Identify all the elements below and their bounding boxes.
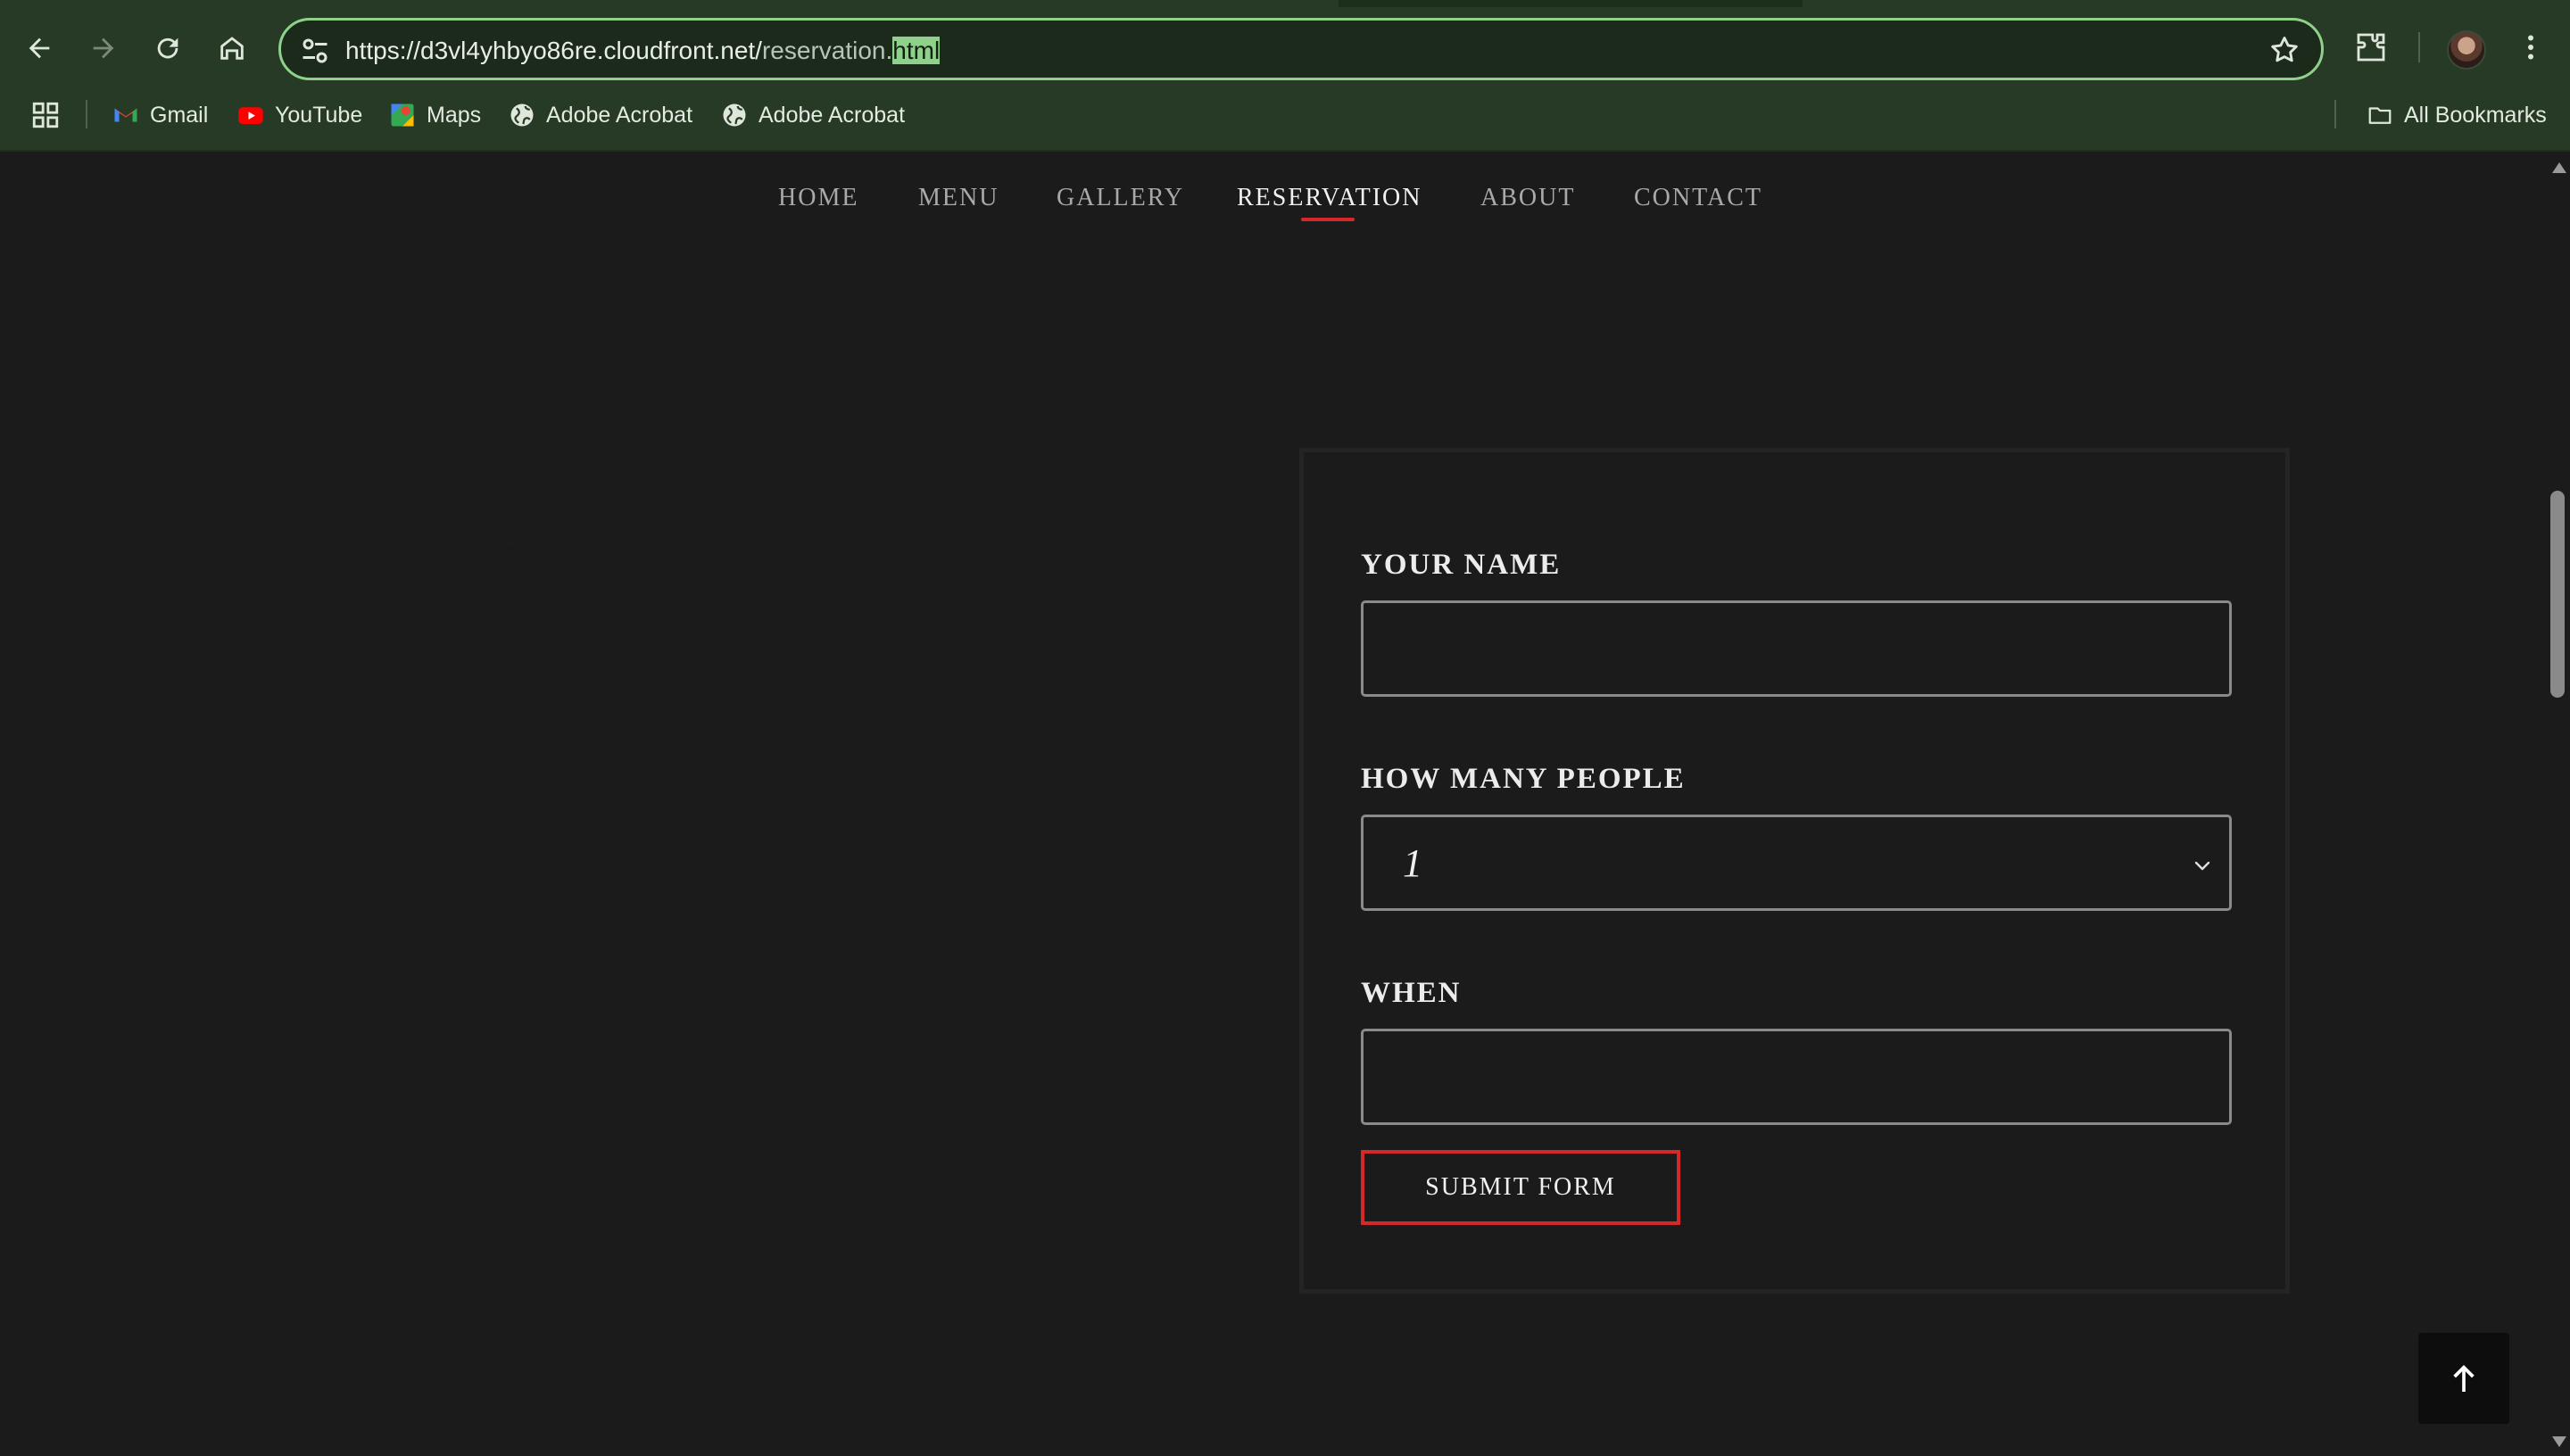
all-bookmarks-button[interactable]: All Bookmarks: [2367, 98, 2547, 132]
nav-about[interactable]: ABOUT: [1480, 184, 1575, 212]
bookmark-label: Gmail: [150, 102, 209, 128]
maps-icon: [391, 103, 414, 127]
browser-toolbar: https://d3vl4yhbyo86re.cloudfront.net/re…: [0, 0, 2570, 152]
url-host: https://d3vl4yhbyo86re.cloudfront.net/: [345, 37, 762, 64]
forward-arrow-icon: [93, 37, 114, 59]
bookmark-label: Adobe Acrobat: [759, 102, 906, 128]
bookmark-label: YouTube: [275, 102, 363, 128]
nav-contact[interactable]: CONTACT: [1634, 184, 1762, 212]
profile-avatar[interactable]: [2447, 30, 2486, 70]
reload-button[interactable]: [139, 20, 196, 77]
globe-icon: [723, 103, 746, 127]
bookmark-label: Maps: [427, 102, 482, 128]
scroll-up-arrow-icon[interactable]: [2552, 162, 2566, 173]
all-bookmarks-label: All Bookmarks: [2404, 102, 2547, 128]
when-label: WHEN: [1361, 977, 1462, 1009]
tab-strip: [1339, 0, 1803, 7]
submit-form-button[interactable]: SUBMIT FORM: [1361, 1150, 1680, 1225]
name-label: YOUR NAME: [1361, 549, 1562, 581]
reservation-form: YOUR NAME HOW MANY PEOPLE 1 WHEN SUBMIT …: [1299, 448, 2290, 1294]
nav-menu[interactable]: MENU: [918, 184, 999, 212]
apps-grid-icon[interactable]: [30, 100, 61, 130]
bookmark-gmail[interactable]: Gmail: [112, 98, 208, 132]
address-bar[interactable]: https://d3vl4yhbyo86re.cloudfront.net/re…: [278, 18, 2324, 80]
back-arrow-icon: [29, 37, 50, 59]
people-label: HOW MANY PEOPLE: [1361, 763, 1686, 795]
home-icon: [220, 37, 244, 60]
bookmark-adobe-acrobat-2[interactable]: Adobe Acrobat: [721, 98, 905, 132]
active-nav-indicator: [1301, 218, 1355, 221]
arrow-up-icon: [2453, 1365, 2475, 1392]
folder-icon: [2368, 107, 2392, 124]
globe-icon: [510, 103, 534, 127]
url-path: reservation.: [761, 37, 893, 64]
chevron-down-icon: [2194, 861, 2210, 871]
url-text[interactable]: https://d3vl4yhbyo86re.cloudfront.net/re…: [345, 35, 941, 67]
toolbar-divider: [2418, 32, 2420, 62]
kebab-menu-icon[interactable]: [2515, 29, 2547, 66]
scroll-thumb[interactable]: [2550, 491, 2565, 698]
bookmark-label: Adobe Acrobat: [546, 102, 693, 128]
site-navigation: HOME MENU GALLERY RESERVATION ABOUT CONT…: [0, 153, 2545, 243]
page-content: HOME MENU GALLERY RESERVATION ABOUT CONT…: [0, 153, 2545, 1456]
people-selected-value: 1: [1403, 841, 1422, 885]
when-input[interactable]: [1361, 1029, 2232, 1125]
name-input[interactable]: [1361, 600, 2232, 697]
scroll-down-arrow-icon[interactable]: [2552, 1436, 2566, 1447]
bookmarks-bar: Gmail YouTube Maps Adobe Acrobat Adobe A…: [0, 93, 2570, 137]
bookmark-youtube[interactable]: YouTube: [237, 98, 362, 132]
site-settings-icon[interactable]: [299, 35, 331, 67]
bookmark-adobe-acrobat-1[interactable]: Adobe Acrobat: [509, 98, 692, 132]
extensions-icon[interactable]: [2352, 29, 2390, 66]
back-button[interactable]: [11, 20, 68, 77]
nav-gallery[interactable]: GALLERY: [1057, 184, 1184, 212]
bookmark-maps[interactable]: Maps: [389, 98, 481, 132]
bookmarks-divider: [86, 100, 87, 128]
url-selected-text: html: [892, 37, 941, 64]
people-select[interactable]: 1: [1361, 815, 2232, 911]
nav-reservation[interactable]: RESERVATION: [1237, 184, 1422, 212]
bookmarks-right-divider: [2334, 100, 2336, 128]
reload-icon: [157, 37, 178, 59]
page-scrollbar[interactable]: [2545, 153, 2570, 1456]
forward-button[interactable]: [75, 20, 132, 77]
home-button[interactable]: [203, 20, 261, 77]
bookmark-star-icon[interactable]: [2267, 33, 2301, 67]
gmail-icon: [114, 108, 137, 122]
back-to-top-button[interactable]: [2418, 1333, 2509, 1424]
youtube-icon: [238, 107, 263, 124]
nav-home[interactable]: HOME: [778, 184, 858, 212]
